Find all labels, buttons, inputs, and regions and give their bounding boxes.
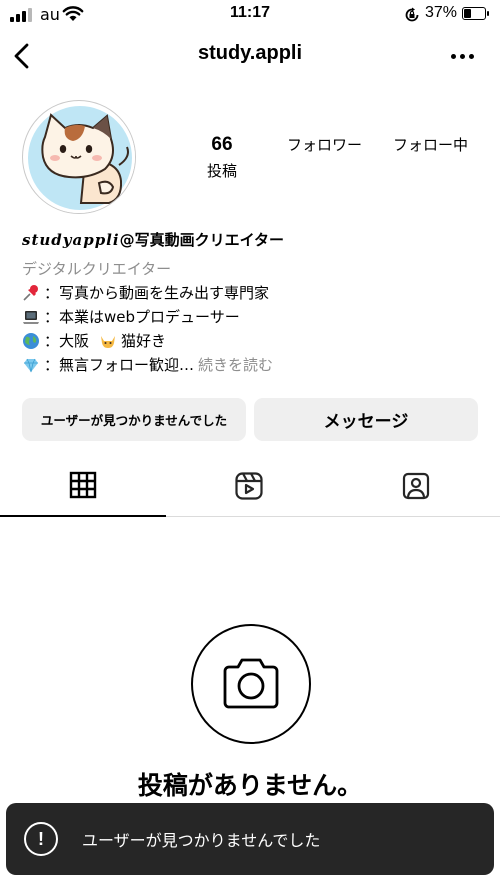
empty-state-circle (191, 624, 311, 744)
posts-label: 投稿 (206, 162, 237, 180)
tab-reels[interactable] (166, 455, 332, 517)
reels-icon (235, 472, 263, 500)
display-name-rest: @写真動画クリエイター (119, 231, 284, 249)
bio-line-text: ：無言フォロー歓迎… (44, 356, 195, 374)
cat-face-icon (101, 336, 116, 348)
battery-icon (462, 7, 489, 20)
profile-display-name: studyappli@写真動画クリエイター (22, 228, 284, 252)
bio-line: ：写真から動画を生み出す専門家 (22, 281, 269, 305)
tagged-icon (402, 472, 430, 500)
bio-line-text: ：大阪 (44, 332, 90, 350)
bio-line: ：無言フォロー歓迎… 続きを読む (22, 353, 273, 377)
empty-state-text: 投稿がありません。 (137, 771, 363, 800)
followers-link[interactable]: フォロワー (287, 134, 362, 155)
bio-line: ：本業はwebプロデューサー (22, 305, 240, 329)
battery-percent: 37% (425, 4, 458, 21)
toast-notification: ! ユーザーが見つかりませんでした (6, 803, 494, 875)
camera-icon (223, 658, 279, 709)
read-more-link[interactable]: 続きを読む (198, 353, 273, 377)
profile-tabs (0, 455, 500, 517)
avatar[interactable] (22, 100, 136, 214)
posts-count: 66 (211, 134, 233, 155)
tab-posts-grid[interactable] (0, 455, 166, 517)
toast-message: ユーザーが見つかりませんでした (82, 831, 321, 850)
alert-icon: ! (24, 822, 58, 856)
bio-line-suffix: 猫好き (121, 332, 167, 350)
grid-icon (69, 471, 97, 499)
pushpin-icon (23, 285, 38, 301)
bio-line-text: ：本業はwebプロデューサー (44, 308, 240, 326)
message-button[interactable]: メッセージ (254, 398, 478, 441)
posts-stat[interactable]: 66 投稿 (190, 134, 254, 181)
user-not-found-button[interactable]: ユーザーが見つかりませんでした (22, 398, 246, 441)
more-options-icon[interactable] (446, 44, 478, 68)
profile-category: デジタルクリエイター (22, 260, 172, 278)
gem-icon (24, 358, 38, 373)
profile-username: study.appli (197, 42, 303, 64)
bio-line-text: ：写真から動画を生み出す専門家 (44, 284, 270, 302)
display-name-script: studyappli (22, 231, 120, 249)
laptop-icon (23, 311, 39, 324)
status-bar: au 11:17 37% (0, 0, 500, 30)
globe-icon (23, 333, 39, 349)
orientation-lock-icon (405, 7, 419, 22)
tab-tagged[interactable] (332, 455, 500, 517)
following-link[interactable]: フォロー中 (393, 134, 468, 155)
bio-line: ：大阪 猫好き (22, 329, 166, 353)
